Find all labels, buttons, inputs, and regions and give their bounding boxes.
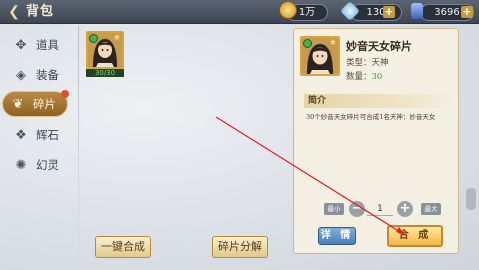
- stamina-potion-icon: [411, 3, 423, 19]
- equipment-icon: ◈: [16, 67, 26, 83]
- item-quantity: 30/30: [86, 69, 124, 77]
- decompose-button[interactable]: 碎片分解: [212, 236, 268, 258]
- intro-title: 简介: [304, 94, 452, 108]
- page-title: 背包: [26, 4, 55, 19]
- sidebar-item-items[interactable]: ✥ 道具: [6, 32, 68, 58]
- merge-all-button[interactable]: 一键合成: [95, 236, 151, 258]
- type-value: 天神: [371, 58, 389, 68]
- gem-icon: ❖: [15, 127, 27, 143]
- add-stamina-button[interactable]: +: [461, 6, 473, 18]
- detail-name: 妙音天女碎片: [346, 40, 412, 53]
- sidebar-item-label: 辉石: [36, 128, 59, 142]
- add-diamond-button[interactable]: +: [383, 6, 395, 18]
- spirit-icon: ✺: [15, 157, 27, 173]
- sidebar-divider: [78, 26, 79, 270]
- min-button[interactable]: 最小: [324, 203, 344, 215]
- merge-button[interactable]: 合 成: [387, 225, 443, 247]
- quantity-value: 30: [371, 72, 383, 82]
- back-arrow-icon[interactable]: ❮: [4, 2, 24, 22]
- fragment-icon: ❦: [12, 96, 24, 112]
- fragment-item-card[interactable]: ★: [86, 31, 124, 69]
- top-bar: ❮ 背包 1万 130 + 3696 +: [0, 0, 479, 24]
- sidebar-item-spirits[interactable]: ✺ 幻灵: [6, 152, 68, 178]
- intro-text: 30个妙音天女碎片可合成1名天神：妙音天女: [306, 113, 436, 121]
- star-icon: ★: [112, 33, 121, 43]
- sidebar-item-label: 幻灵: [36, 158, 59, 172]
- gold-coin-icon: [279, 1, 297, 19]
- quality-badge-icon: [89, 34, 98, 43]
- quality-badge-icon: [303, 39, 312, 48]
- detail-type: 类型：天神: [346, 56, 389, 68]
- sidebar-item-fragments[interactable]: ❦ 碎片: [2, 90, 69, 117]
- gold-value: 1万: [298, 7, 316, 18]
- quantity-label: 数量：: [346, 72, 372, 82]
- details-button[interactable]: 详 情: [318, 227, 356, 245]
- notification-dot: [61, 90, 69, 98]
- stamina-value: 3696: [434, 7, 460, 18]
- type-label: 类型：: [346, 58, 372, 68]
- items-icon: ✥: [15, 37, 27, 53]
- sidebar-item-label: 装备: [36, 68, 59, 82]
- sidebar-item-label: 道具: [36, 38, 59, 52]
- max-button[interactable]: 最大: [421, 203, 441, 215]
- sidebar-item-gems[interactable]: ❖ 辉石: [6, 122, 68, 148]
- sidebar-item-equipment[interactable]: ◈ 装备: [6, 62, 68, 88]
- plus-button[interactable]: +: [397, 201, 413, 217]
- quantity-input[interactable]: 1: [367, 203, 393, 216]
- scroll-handle[interactable]: [466, 188, 476, 210]
- sidebar-item-label: 碎片: [33, 97, 56, 111]
- detail-quantity: 数量：30: [346, 70, 382, 82]
- detail-item-card: ★: [300, 36, 340, 76]
- star-icon: ★: [328, 38, 337, 48]
- minus-button[interactable]: −: [349, 201, 365, 217]
